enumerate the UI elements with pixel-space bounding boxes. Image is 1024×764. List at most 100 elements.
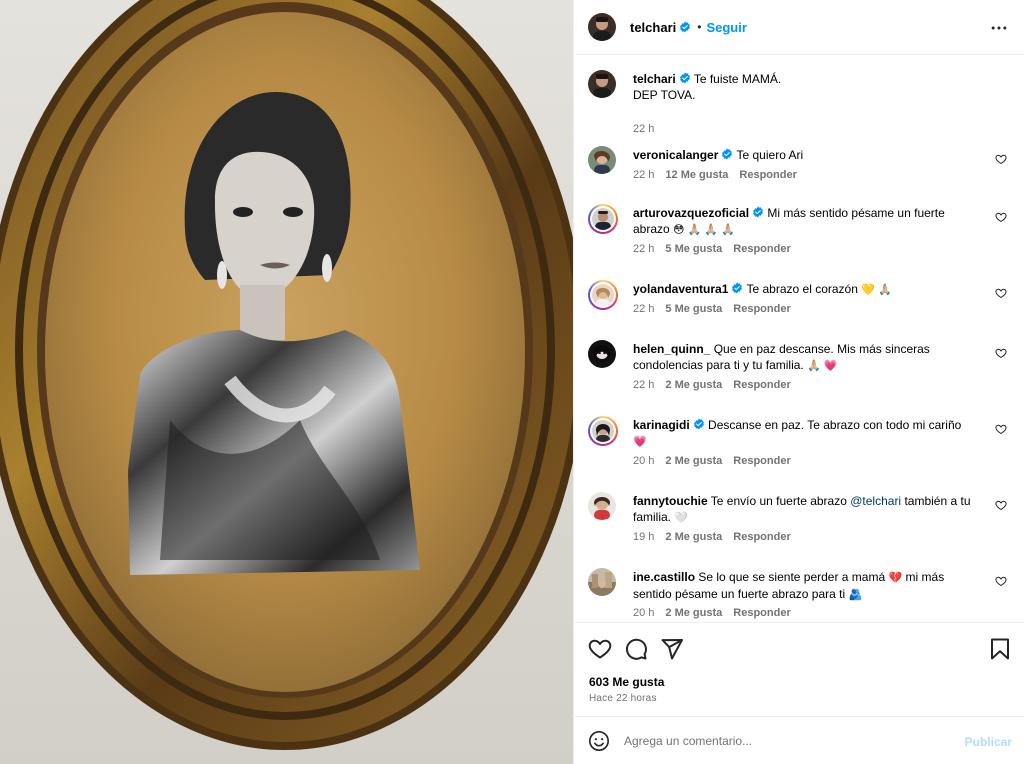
reply-button[interactable]: Responder [733,243,790,255]
commenter-avatar[interactable] [588,492,616,520]
comment-username[interactable]: ine.castillo [633,570,695,584]
like-comment-heart-icon[interactable] [995,423,1007,435]
comment-username[interactable]: arturovazquezoficial [633,206,749,220]
reply-button[interactable]: Responder [733,379,790,391]
comment-time[interactable]: 22 h [633,243,654,255]
comment-username[interactable]: karinagidi [633,418,690,432]
comment-likes[interactable]: 2 Me gusta [665,531,722,543]
comment-body: Descanse en paz. Te abrazo con todo mi c… [708,418,962,432]
comment-text: fannytouchie Te envío un fuerte abrazo @… [633,493,978,526]
comment-emojis: 🙏🏼 💗 [807,360,838,372]
reply-button[interactable]: Responder [733,303,790,315]
commenter-avatar[interactable] [588,568,616,596]
mention-link[interactable]: @telchari [850,494,901,508]
comment-time[interactable]: 22 h [633,169,654,181]
comment-username[interactable]: helen_quinn_ [633,342,710,356]
author-avatar[interactable] [588,70,616,98]
like-comment-heart-icon[interactable] [995,347,1007,359]
reply-button[interactable]: Responder [739,169,796,181]
more-horizontal-icon[interactable] [989,18,1009,38]
commenter-avatar-story-ring[interactable] [588,416,618,446]
comment-item: fannytouchie Te envío un fuerte abrazo @… [588,492,1011,548]
commenter-avatar [592,284,614,306]
commenter-avatar [592,420,614,442]
commenter-avatar[interactable] [588,146,616,174]
comment-item: ine.castillo Se lo que se siente perder … [588,568,1011,622]
comment-likes[interactable]: 12 Me gusta [665,169,728,181]
comment-meta: 20 h 2 Me gusta Responder [633,607,791,619]
comment-likes[interactable]: 2 Me gusta [665,455,722,467]
publish-button[interactable]: Publicar [965,735,1012,749]
verified-badge-icon [753,206,763,218]
like-comment-heart-icon[interactable] [995,287,1007,299]
verified-badge-icon [722,148,733,160]
comment-text: ine.castillo Se lo que se siente perder … [633,569,978,603]
comment-emojis: 💛 🙏🏼 [861,284,892,296]
post-actions: 603 Me gusta Hace 22 horas [574,622,1024,716]
comment-time[interactable]: 20 h [633,607,654,619]
like-comment-heart-icon[interactable] [995,211,1007,223]
comment-likes[interactable]: 2 Me gusta [665,607,722,619]
comment-text: karinagidi Descanse en paz. Te abrazo co… [633,417,978,450]
comment-item: karinagidi Descanse en paz. Te abrazo co… [588,416,1011,472]
like-comment-heart-icon[interactable] [995,499,1007,511]
post-timestamp: Hace 22 horas [589,693,657,704]
caption-line-2: DEP TOVA. [633,88,696,102]
heart-icon[interactable] [588,637,612,661]
commenter-avatar-story-ring[interactable] [588,280,618,310]
verified-badge-icon [693,418,704,430]
share-icon[interactable] [660,637,684,661]
caption-line-1: Te fuiste MAMÁ. [693,72,782,86]
comment-username[interactable]: veronicalanger [633,148,718,162]
comment-likes[interactable]: 5 Me gusta [665,303,722,315]
comment-meta: 19 h 2 Me gusta Responder [633,531,791,543]
comment-emojis: 🫂 [848,589,863,601]
comment-meta: 22 h 12 Me gusta Responder [633,169,797,181]
comment-likes[interactable]: 5 Me gusta [665,243,722,255]
emoji-smiley-icon[interactable] [588,730,610,752]
comment-item: arturovazquezoficial Mi más sentido pésa… [588,204,1011,260]
comment-username[interactable]: fannytouchie [633,494,708,508]
comment-body: Se lo que se siente perder a mamá [698,570,886,584]
reply-button[interactable]: Responder [733,607,790,619]
comment-meta: 22 h 2 Me gusta Responder [633,379,791,391]
reply-button[interactable]: Responder [733,455,790,467]
comment-likes[interactable]: 2 Me gusta [665,379,722,391]
commenter-avatar [592,208,614,230]
post-header: telchari • Seguir [574,0,1024,55]
author-avatar[interactable] [588,13,616,41]
bookmark-icon[interactable] [988,637,1012,661]
comment-time[interactable]: 22 h [633,303,654,315]
comments-list[interactable]: telchari Te fuiste MAMÁ. DEP TOVA. 22 h … [574,56,1024,622]
comment-emojis: 🤍 [674,512,689,524]
like-comment-heart-icon[interactable] [995,575,1007,587]
commenter-avatar-story-ring[interactable] [588,204,618,234]
verified-badge-icon [732,282,743,294]
caption-time[interactable]: 22 h [633,123,654,135]
comment-time[interactable]: 22 h [633,379,654,391]
separator-dot: • [697,20,702,34]
comment-time[interactable]: 20 h [633,455,654,467]
commenter-avatar[interactable] [588,340,616,368]
comment-icon[interactable] [624,637,648,661]
comment-time[interactable]: 19 h [633,531,654,543]
reply-button[interactable]: Responder [733,531,790,543]
comment-meta: 22 h 5 Me gusta Responder [633,243,791,255]
caption: telchari Te fuiste MAMÁ. DEP TOVA. 22 h [588,70,1011,135]
comment-composer: Publicar [574,716,1024,764]
comment-item: yolandaventura1 Te abrazo el corazón 💛 🙏… [588,280,1011,320]
author-username[interactable]: telchari [630,20,676,35]
instagram-post: telchari • Seguir telchari Te fuiste MAM… [0,0,1024,764]
follow-button[interactable]: Seguir [706,20,746,35]
framed-portrait-photo [0,0,573,764]
comment-body: Te quiero Ari [736,148,804,162]
likes-count[interactable]: 603 Me gusta [589,675,664,689]
comment-text: helen_quinn_ Que en paz descanse. Mis má… [633,341,978,374]
like-comment-heart-icon[interactable] [995,153,1007,165]
comment-username[interactable]: yolandaventura1 [633,282,728,296]
comment-input[interactable] [624,731,954,751]
comment-text: arturovazquezoficial Mi más sentido pésa… [633,205,978,238]
comment-item: veronicalanger Te quiero Ari 22 h 12 Me … [588,146,1011,186]
caption-username[interactable]: telchari [633,72,676,86]
post-image[interactable] [0,0,573,764]
